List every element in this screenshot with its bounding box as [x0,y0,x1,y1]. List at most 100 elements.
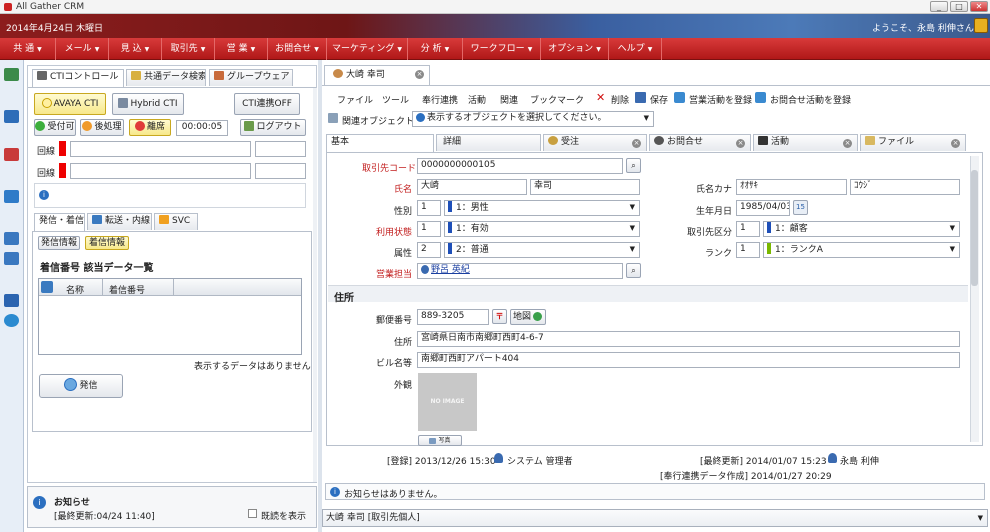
tab-inquiry[interactable]: お問合せ × [649,134,751,151]
line-2-extra[interactable] [255,163,306,179]
tab-groupware[interactable]: グループウェア [209,69,293,86]
menu-help[interactable]: ヘルプ ▼ [609,38,662,60]
delete-icon[interactable]: ✕ [596,92,607,103]
owner-link[interactable]: 野呂 英紀 [431,265,470,275]
group-icon[interactable] [4,232,19,245]
panel-scrollbar[interactable] [313,88,317,482]
menu-marketing[interactable]: マーケティング ▼ [327,38,408,60]
attribute-code-field[interactable]: 2 [417,242,441,258]
kana-first-field[interactable]: ｺｳｼﾞ [850,179,960,195]
maximize-button[interactable]: □ [950,1,968,12]
zip-field[interactable]: 889-3205 [417,309,489,325]
tab-outgoing-incoming[interactable]: 発信・着信 [34,213,85,231]
user-icon[interactable] [4,252,19,265]
away-button[interactable]: 離席 [129,119,171,136]
customer-code-field[interactable]: 0000000000105 [417,158,623,174]
tab-orders[interactable]: 受注 × [543,134,647,151]
record-status-bar[interactable]: 大崎 幸司 [取引先個人] ▼ [322,509,988,527]
tab-cti-control[interactable]: CTIコントロール [32,69,124,87]
incoming-info-button[interactable]: 着信情報 [85,236,129,250]
customer-category-select[interactable]: 1：顧客 ▼ [763,221,960,237]
sales-owner-field[interactable]: 野呂 英紀 [417,263,623,279]
related-object-select[interactable]: 表示するオブジェクトを選択してください。 ▼ [412,111,654,127]
menu-inquiry[interactable]: お問合せ ▼ [268,38,327,60]
menu-file[interactable]: ファイル [337,93,373,106]
avaya-cti-button[interactable]: AVAYA CTI [34,93,106,115]
menu-bookmark[interactable]: ブックマーク [530,93,584,106]
window-icon[interactable] [4,68,19,81]
map-button[interactable]: 地図 [510,309,546,325]
close-button[interactable]: ✕ [970,1,988,12]
close-tab-icon[interactable]: × [632,139,641,148]
register-inquiry-activity-button[interactable]: お問合せ活動を登録 [770,93,851,106]
register-sales-activity-button[interactable]: 営業活動を登録 [689,93,752,106]
address-field[interactable]: 宮崎県日南市南郷町西町4-6-7 [417,331,960,347]
attribute-select[interactable]: 2：普通 ▼ [444,242,640,258]
lookup-icon[interactable]: ⌕ [626,158,641,173]
sales-activity-icon[interactable] [674,92,685,103]
inquiry-activity-icon[interactable] [755,92,766,103]
lock-icon[interactable] [974,18,988,33]
tab-record[interactable]: 大崎 幸司 × [324,65,430,85]
tab-activity[interactable]: 活動 × [753,134,858,151]
logout-button[interactable]: ログアウト [240,119,306,136]
tab-transfer[interactable]: 転送・内線 [87,213,152,230]
card-icon[interactable] [4,148,19,161]
kana-last-field[interactable]: ｵｵｻｷ [736,179,847,195]
menu-mail[interactable]: メール ▼ [56,38,109,60]
phone-icon[interactable] [4,190,19,203]
menu-analysis[interactable]: 分 析 ▼ [408,38,463,60]
globe-icon[interactable] [4,314,19,327]
building-field[interactable]: 南郷町西町アパート404 [417,352,960,368]
close-tab-icon[interactable]: × [843,139,852,148]
close-tab-icon[interactable]: × [415,70,424,79]
menu-activity[interactable]: 活動 [468,93,486,106]
birthdate-field[interactable]: 1985/04/03 [736,200,790,216]
minimize-button[interactable]: _ [930,1,948,12]
category-code-field[interactable]: 1 [736,221,760,237]
form-scroll-thumb[interactable] [971,170,978,286]
line-1-extra[interactable] [255,141,306,157]
close-tab-icon[interactable]: × [736,139,745,148]
save-button[interactable]: 保存 [650,93,668,106]
home-icon[interactable] [4,110,19,123]
menu-workflow[interactable]: ワークフロー ▼ [463,38,541,60]
tab-detail[interactable]: 詳細 [436,134,541,151]
menu-options[interactable]: オプション ▼ [541,38,609,60]
menu-prospect[interactable]: 見 込 ▼ [109,38,162,60]
menu-related[interactable]: 関連 [500,93,518,106]
cti-link-off-button[interactable]: CTI連携OFF [234,93,300,115]
tab-common-search[interactable]: 共通データ検索 [126,69,206,86]
save-icon[interactable] [635,92,646,103]
show-read-checkbox[interactable] [248,509,257,518]
menu-sales[interactable]: 営 業 ▼ [215,38,268,60]
close-tab-icon[interactable]: × [951,139,960,148]
status-code-field[interactable]: 1 [417,221,441,237]
rank-select[interactable]: 1：ランクA ▼ [763,242,960,258]
postal-mark-icon[interactable]: 〒 [492,309,507,324]
menu-bugyo[interactable]: 奉行連携 [422,93,458,106]
menu-common[interactable]: 共 通 ▼ [0,38,56,60]
tab-basic[interactable]: 基本 [326,134,434,152]
tab-svc[interactable]: SVC [154,213,198,230]
menu-tools[interactable]: ツール [382,93,409,106]
gender-code-field[interactable]: 1 [417,200,441,216]
gender-select[interactable]: 1：男性 ▼ [444,200,640,216]
hybrid-cti-button[interactable]: Hybrid CTI [112,93,184,115]
first-name-field[interactable]: 幸司 [530,179,640,195]
after-call-button[interactable]: 後処理 [80,119,124,136]
rank-code-field[interactable]: 1 [736,242,760,258]
lookup-icon[interactable]: ⌕ [626,263,641,278]
refresh-icon[interactable] [41,281,53,293]
dial-button[interactable]: 発信 [39,374,123,398]
photo-button[interactable]: 写真 [418,435,462,446]
menu-customer[interactable]: 取引先 ▼ [162,38,215,60]
delete-button[interactable]: 削除 [611,93,629,106]
mail-icon[interactable] [4,294,19,307]
accept-button[interactable]: 受付可 [34,119,76,136]
calendar-icon[interactable]: 15 [793,200,808,215]
last-name-field[interactable]: 大崎 [417,179,527,195]
usage-status-select[interactable]: 1：有効 ▼ [444,221,640,237]
line-1-field[interactable] [70,141,251,157]
line-2-field[interactable] [70,163,251,179]
